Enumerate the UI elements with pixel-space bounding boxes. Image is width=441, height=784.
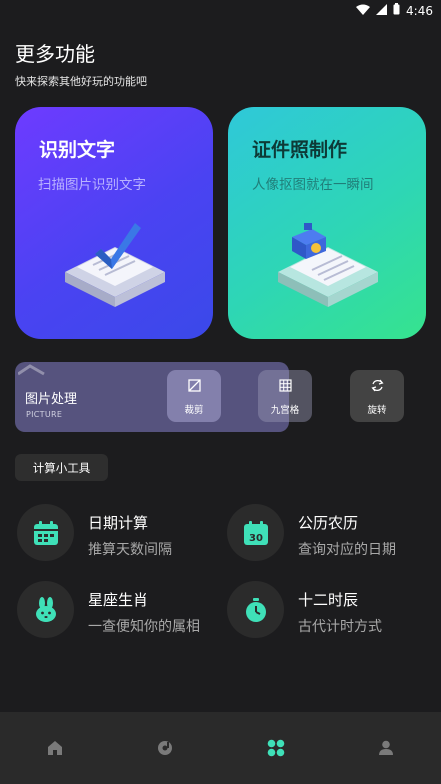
picture-tools-panel: 图片处理 PICTURE <box>15 362 289 432</box>
lunar-calendar-desc: 查询对应的日期 <box>298 542 396 558</box>
twelve-hours-icon-bg <box>227 581 284 638</box>
zodiac-desc: 一查便知你的属相 <box>88 619 200 635</box>
page-subtitle: 快来探索其他好玩的功能吧 <box>15 75 147 88</box>
battery-icon <box>393 3 400 18</box>
page-title: 更多功能 <box>15 42 95 66</box>
lunar-calendar-name: 公历农历 <box>298 514 359 532</box>
text-recognition-card[interactable]: 识别文字 扫描图片识别文字 <box>15 107 213 339</box>
lunar-calendar-icon-bg: 30 <box>227 504 284 561</box>
grid-label: 九宫格 <box>270 404 300 416</box>
bottom-tab-bar <box>0 712 441 784</box>
picture-tools-label-en: PICTURE <box>26 410 63 419</box>
tab-apps[interactable] <box>266 738 286 758</box>
music-disc-icon <box>158 741 172 755</box>
stopwatch-icon <box>245 597 266 622</box>
date-calc-icon-bg <box>17 504 74 561</box>
rotate-label: 旋转 <box>367 404 387 416</box>
zodiac-name: 星座生肖 <box>88 591 149 609</box>
picture-tools-label: 图片处理 <box>25 392 78 407</box>
crop-icon <box>187 377 201 396</box>
card-title: 识别文字 <box>39 139 116 161</box>
corner-decoration-icon <box>18 364 45 376</box>
crop-label: 裁剪 <box>184 404 204 416</box>
document-check-icon <box>65 223 165 307</box>
apps-grid-icon <box>267 739 285 757</box>
grid-icon <box>278 377 292 396</box>
tab-music[interactable] <box>155 738 175 758</box>
calc-tools-section-label: 计算小工具 <box>15 454 108 481</box>
rabbit-icon <box>35 596 56 622</box>
twelve-hours-name: 十二时辰 <box>298 591 359 609</box>
date-calc-name: 日期计算 <box>88 514 149 532</box>
status-bar: 4:46 <box>0 0 441 20</box>
date-calc-desc: 推算天数间隔 <box>88 542 172 558</box>
calendar-30-icon: 30 <box>243 520 268 545</box>
calendar-grid-icon <box>33 520 58 545</box>
rotate-button[interactable]: 旋转 <box>350 370 404 422</box>
wifi-icon <box>356 4 371 18</box>
date-calc-item[interactable]: 日期计算 推算天数间隔 <box>17 504 217 564</box>
signal-icon <box>376 3 388 18</box>
tab-profile[interactable] <box>376 738 396 758</box>
tab-home[interactable] <box>45 738 65 758</box>
twelve-hours-desc: 古代计时方式 <box>298 619 382 635</box>
card-title: 证件照制作 <box>252 139 348 161</box>
lunar-calendar-item[interactable]: 30 公历农历 查询对应的日期 <box>227 504 427 564</box>
id-photo-card[interactable]: 证件照制作 人像抠图就在一瞬间 <box>228 107 426 339</box>
profile-icon <box>379 740 393 755</box>
card-subtitle: 人像抠图就在一瞬间 <box>252 177 374 193</box>
card-subtitle: 扫描图片识别文字 <box>38 177 146 193</box>
rotate-icon <box>370 377 384 396</box>
zodiac-icon-bg <box>17 581 74 638</box>
document-camera-icon <box>278 223 378 307</box>
home-icon <box>48 741 62 755</box>
grid-button[interactable]: 九宫格 <box>258 370 312 422</box>
svg-text:30: 30 <box>249 533 263 544</box>
twelve-hours-item[interactable]: 十二时辰 古代计时方式 <box>227 581 427 641</box>
crop-button[interactable]: 裁剪 <box>167 370 221 422</box>
status-time: 4:46 <box>406 3 433 18</box>
zodiac-item[interactable]: 星座生肖 一查便知你的属相 <box>17 581 217 641</box>
